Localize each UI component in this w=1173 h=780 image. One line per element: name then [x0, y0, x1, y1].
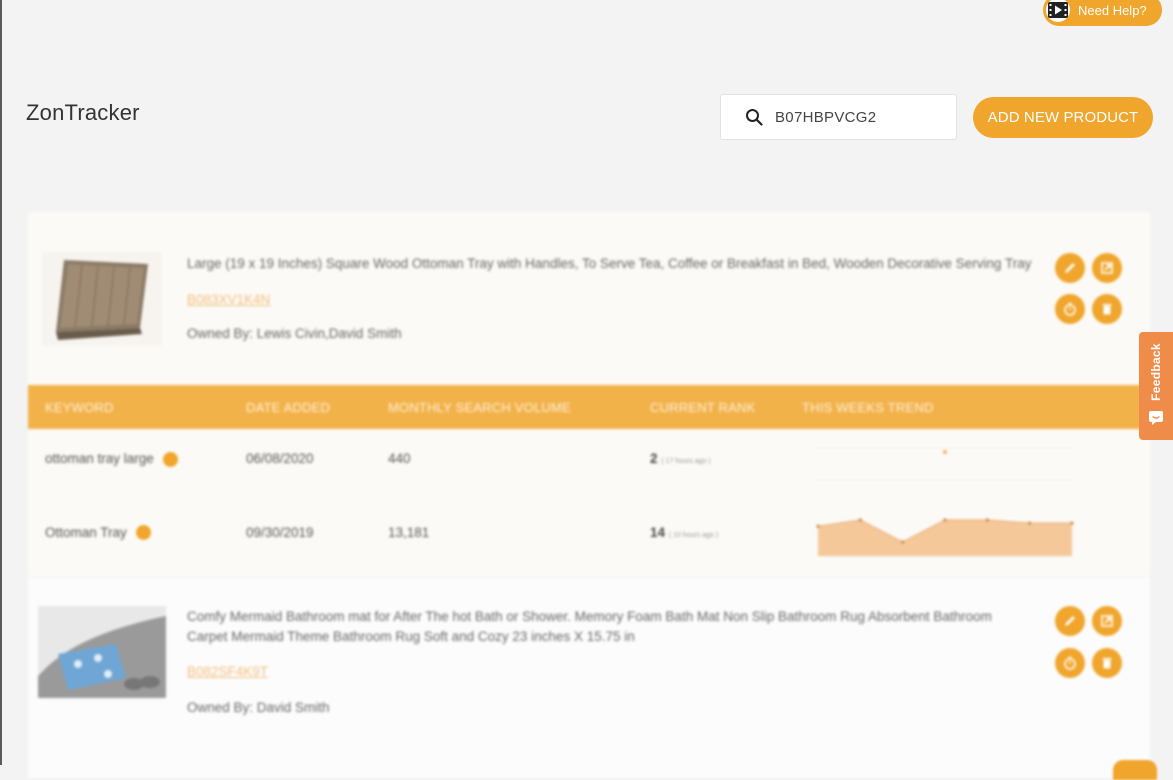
- product-asin-link[interactable]: B082SF4K9T: [187, 664, 268, 679]
- trend-point: [1070, 521, 1074, 525]
- product-image: [38, 606, 166, 698]
- current-rank-cell: 14 ( 10 hours ago ): [650, 525, 718, 540]
- edit-icon: [1065, 616, 1075, 626]
- trend-point: [943, 450, 947, 454]
- delete-icon: [1102, 658, 1112, 669]
- delete-button[interactable]: [1092, 648, 1122, 678]
- feedback-tab[interactable]: Feedback: [1139, 332, 1173, 440]
- need-help-label: Need Help?: [1078, 2, 1147, 18]
- column-header-monthly-search-volume: MONTHLY SEARCH VOLUME: [388, 400, 571, 415]
- rank-value: 14: [650, 525, 666, 540]
- need-help-button[interactable]: Need Help?: [1043, 0, 1162, 26]
- column-header-date-added: DATE ADDED: [246, 400, 331, 415]
- product-list: Large (19 x 19 Inches) Square Wood Ottom…: [28, 212, 1150, 778]
- search-input[interactable]: [773, 107, 947, 127]
- column-header-this-weeks-trend: THIS WEEKS TREND: [802, 400, 934, 415]
- delete-button[interactable]: [1092, 294, 1122, 324]
- add-new-product-button[interactable]: ADD NEW PRODUCT: [973, 97, 1153, 138]
- window-edge: [0, 0, 2, 765]
- chat-bubble-icon: [1149, 411, 1163, 425]
- column-header-current-rank: CURRENT RANK: [650, 400, 756, 415]
- trend-point: [901, 540, 905, 544]
- timer-icon: [1064, 656, 1076, 670]
- delete-icon: [1102, 304, 1112, 315]
- edit-button[interactable]: [1055, 606, 1085, 636]
- product-title: Comfy Mermaid Bathroom mat for After The…: [187, 609, 992, 644]
- timer-icon: [1064, 302, 1076, 316]
- trend-point: [985, 518, 989, 522]
- search-icon: [745, 108, 763, 126]
- date-added-cell: 09/30/2019: [246, 525, 314, 540]
- trend-sparkline: [816, 518, 1074, 557]
- product-image: [42, 252, 162, 346]
- keyword-cell: ottoman tray large: [45, 451, 154, 466]
- keyword-cell: Ottoman Tray: [45, 525, 127, 540]
- product-owners: Owned By: Lewis Civin,David Smith: [187, 326, 402, 341]
- keyword-info-icon[interactable]: [163, 452, 178, 467]
- product-owners: Owned By: David Smith: [187, 700, 330, 715]
- keyword-info-icon[interactable]: [136, 525, 151, 540]
- product-asin-link[interactable]: B083XV1K4N: [187, 292, 270, 307]
- column-header-keyword: KEYWORD: [45, 400, 114, 415]
- trend-point: [943, 518, 947, 522]
- search-volume-cell: 440: [388, 451, 411, 466]
- timer-button[interactable]: [1055, 294, 1085, 324]
- open-external-button[interactable]: [1092, 606, 1122, 636]
- rank-value: 2: [650, 451, 658, 466]
- trend-point: [1028, 521, 1032, 525]
- search-volume-cell: 13,181: [388, 525, 430, 540]
- rank-time-ago: ( 17 hours ago ): [661, 458, 711, 465]
- app-title: ZonTracker: [26, 100, 140, 125]
- current-rank-cell: 2 ( 17 hours ago ): [650, 451, 711, 466]
- trend-point: [858, 518, 862, 522]
- keyword-table-header: KEYWORD DATE ADDED MONTHLY SEARCH VOLUME…: [28, 385, 1150, 429]
- edit-button[interactable]: [1055, 253, 1085, 283]
- edit-icon: [1065, 263, 1075, 273]
- timer-button[interactable]: [1055, 648, 1085, 678]
- open-external-icon: [1101, 615, 1113, 627]
- search-box[interactable]: [720, 94, 957, 140]
- trend-area: [818, 520, 1072, 556]
- open-external-icon: [1101, 262, 1113, 274]
- feedback-label-wrap: Feedback: [1139, 332, 1173, 412]
- product-title: Large (19 x 19 Inches) Square Wood Ottom…: [187, 256, 1032, 271]
- date-added-cell: 06/08/2020: [246, 451, 314, 466]
- trend-point: [816, 524, 820, 528]
- rank-time-ago: ( 10 hours ago ): [668, 532, 719, 539]
- feedback-label: Feedback: [1149, 343, 1164, 401]
- next-card-action-button[interactable]: [1113, 760, 1157, 780]
- trend-sparkline: [818, 447, 1072, 481]
- video-play-icon: [1044, 0, 1072, 24]
- open-external-button[interactable]: [1092, 253, 1122, 283]
